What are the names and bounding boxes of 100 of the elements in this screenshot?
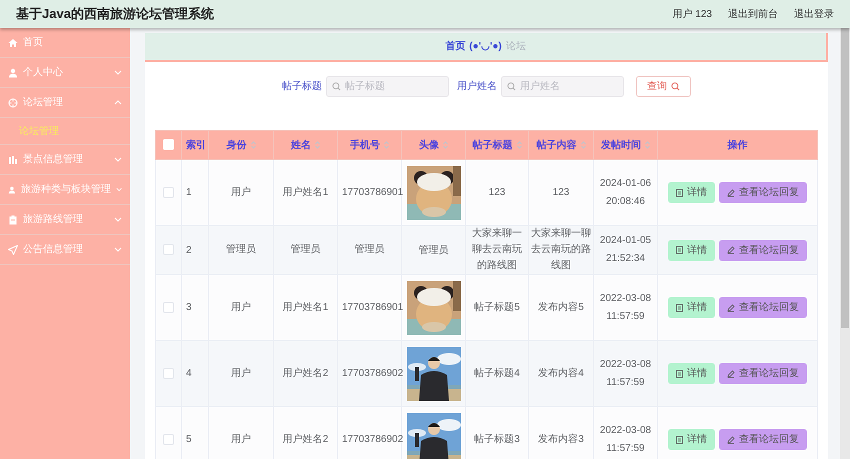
table-cell: 123 [552, 186, 570, 198]
user-label: 用户 123 [672, 8, 712, 22]
table-cell: 2024-01-06 20:08:46 [600, 178, 652, 206]
table-cell: 大家来聊一聊去云南玩的路线图 [531, 228, 591, 271]
query-button[interactable]: 查询 [636, 76, 691, 97]
checkbox[interactable] [163, 302, 174, 313]
table-cell: 帖子标题4 [474, 368, 520, 378]
send-icon [8, 244, 18, 254]
sidebar-item[interactable]: 景点信息管理 [0, 145, 130, 175]
table-cell: 帖子标题5 [474, 302, 520, 312]
search-field[interactable]: 用户姓名 [501, 76, 624, 97]
checkbox[interactable] [163, 244, 174, 256]
details-button[interactable]: 详情 [668, 182, 715, 203]
user-icon [8, 184, 16, 194]
chevron-icon [114, 247, 122, 252]
details-button[interactable]: 详情 [668, 297, 715, 318]
table-cell: 管理员 [418, 244, 448, 256]
chevron-icon [114, 70, 122, 75]
search-field[interactable]: 帖子标题 [326, 76, 449, 97]
table-cell: 用户 [231, 302, 251, 312]
chevron-icon [114, 100, 122, 105]
replies-button[interactable]: 查看论坛回复 [719, 297, 807, 318]
table-cell: 用户姓名1 [282, 302, 328, 312]
pencil-icon [727, 246, 735, 254]
sort-icon[interactable] [315, 140, 320, 149]
sort-icon[interactable] [580, 140, 586, 149]
sidebar-item[interactable]: 旅游种类与板块管理 [0, 175, 130, 205]
table-cell: 用户姓名2 [282, 434, 328, 444]
chart-icon [8, 154, 18, 164]
chevron-icon [114, 157, 122, 162]
replies-button[interactable]: 查看论坛回复 [719, 363, 807, 384]
field-label: 用户姓名 [457, 80, 497, 94]
sidebar-item[interactable]: 首页 [0, 28, 130, 58]
search-icon [671, 82, 680, 91]
sidebar-item[interactable]: 旅游路线管理 [0, 205, 130, 235]
table-cell: 用户 [231, 368, 251, 378]
breadcrumb-current: 论坛 [506, 40, 526, 54]
table-cell: 17703786902 [342, 434, 404, 444]
replies-button[interactable]: 查看论坛回复 [719, 240, 807, 260]
table-cell: 2024-01-05 21:52:34 [600, 235, 652, 264]
table-cell: 管理员 [354, 244, 384, 255]
sidebar-item[interactable]: 公告信息管理 [0, 235, 130, 265]
document-icon [676, 246, 683, 254]
document-icon [676, 436, 683, 444]
pencil-icon [727, 188, 735, 196]
replies-button[interactable]: 查看论坛回复 [719, 429, 807, 450]
details-button[interactable]: 详情 [668, 363, 715, 384]
details-button[interactable]: 详情 [668, 240, 715, 260]
app-title: 基于Java的西南旅游论坛管理系统 [16, 5, 214, 24]
table-cell: 1 [186, 187, 192, 198]
table-cell: 用户姓名2 [282, 368, 328, 378]
table-cell: 2022-03-08 11:57:59 [600, 292, 652, 322]
clipboard-icon [8, 214, 18, 224]
document-icon [676, 188, 683, 196]
table-cell: 发布内容4 [538, 368, 584, 378]
home-icon [8, 38, 18, 48]
sidebar-item[interactable]: 个人中心 [0, 58, 130, 88]
table-cell: 帖子标题3 [474, 434, 520, 444]
pencil-icon [727, 304, 735, 312]
sort-icon[interactable] [443, 140, 448, 149]
details-button[interactable]: 详情 [668, 429, 715, 450]
pencil-icon [727, 370, 735, 378]
table-cell: 2022-03-08 11:57:59 [600, 424, 652, 454]
checkbox[interactable] [163, 368, 174, 379]
sidebar-item[interactable]: 论坛管理 [0, 88, 130, 118]
user-icon [8, 68, 18, 78]
table-cell: 17703786902 [342, 368, 404, 378]
sort-icon[interactable] [384, 140, 389, 149]
table-header-cell: 操作 [658, 130, 818, 160]
sort-icon[interactable] [516, 140, 522, 149]
table-cell: 3 [186, 302, 192, 313]
pencil-icon [727, 436, 735, 444]
table-cell: 2 [186, 244, 192, 256]
document-icon [676, 304, 683, 312]
header-link[interactable]: 退出登录 [794, 6, 834, 22]
search-icon [507, 82, 516, 91]
document-icon [676, 370, 683, 378]
checkbox[interactable] [163, 186, 174, 198]
sort-icon[interactable] [645, 140, 650, 149]
chevron-icon [116, 187, 122, 192]
table-cell: 发布内容3 [538, 434, 584, 444]
sort-icon[interactable] [250, 140, 256, 149]
table-cell: 管理员 [226, 244, 256, 255]
table-cell: 17703786901 [342, 186, 404, 198]
table-cell: 用户 [231, 186, 251, 198]
table-cell: 2022-03-08 11:57:59 [600, 358, 652, 388]
breadcrumb-link[interactable]: 首页 [445, 39, 466, 54]
table-cell: 大家来聊一聊去云南玩的路线图 [472, 228, 522, 271]
scrollbar[interactable] [840, 28, 850, 459]
table-cell: 管理员 [290, 244, 320, 255]
crosshair-icon [8, 98, 18, 108]
replies-button[interactable]: 查看论坛回复 [719, 182, 807, 203]
table-cell: 5 [186, 434, 192, 445]
table-cell: 用户姓名1 [282, 186, 328, 198]
field-label: 帖子标题 [282, 80, 322, 94]
header-link[interactable]: 退出到前台 [728, 6, 778, 22]
chevron-icon [114, 217, 122, 222]
table-cell: 4 [186, 368, 192, 379]
checkbox[interactable] [163, 434, 174, 445]
table-cell: 17703786901 [342, 302, 404, 312]
